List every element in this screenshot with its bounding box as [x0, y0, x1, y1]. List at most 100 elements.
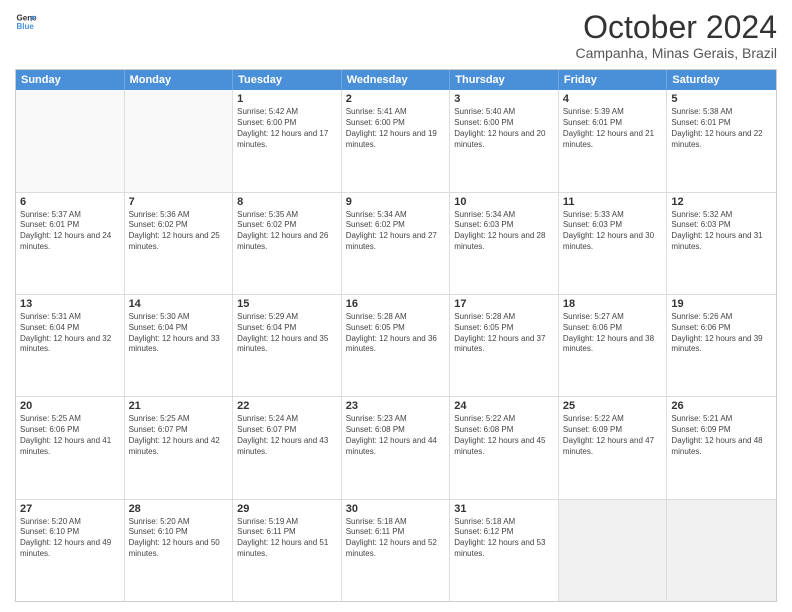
calendar-cell: 1 Sunrise: 5:42 AM Sunset: 6:00 PM Daylig… [233, 90, 342, 191]
calendar-header: SundayMondayTuesdayWednesdayThursdayFrid… [16, 70, 776, 90]
day-header-sunday: Sunday [16, 70, 125, 90]
cell-info: Sunrise: 5:29 AM Sunset: 6:04 PM Dayligh… [237, 312, 337, 355]
calendar-cell: 14Sunrise: 5:30 AM Sunset: 6:04 PM Dayli… [125, 295, 234, 396]
calendar-cell: 18 Sunrise: 5:27 AM Sunset: 6:06 PM Dayli… [559, 295, 668, 396]
day-number: 17 [454, 298, 554, 310]
calendar-cell: 22Sunrise: 5:24 AM Sunset: 6:07 PM Dayli… [233, 397, 342, 498]
calendar-cell: 26 Sunrise: 5:21 AM Sunset: 6:09 PM Dayli… [667, 397, 776, 498]
cell-info: Sunrise: 5:34 AM Sunset: 6:03 PM Dayligh… [454, 210, 554, 253]
day-number: 1 [237, 93, 337, 105]
day-number: 25 [563, 400, 663, 412]
day-number: 18 [563, 298, 663, 310]
cell-info: Sunrise: 5:41 AM Sunset: 6:00 PM Dayligh… [346, 107, 446, 150]
calendar-cell: 12Sunrise: 5:32 AM Sunset: 6:03 PM Dayli… [667, 193, 776, 294]
calendar-cell: 2 Sunrise: 5:41 AM Sunset: 6:00 PM Daylig… [342, 90, 451, 191]
svg-text:Blue: Blue [16, 22, 34, 31]
day-number: 28 [129, 503, 229, 515]
cell-info: Sunrise: 5:33 AM Sunset: 6:03 PM Dayligh… [563, 210, 663, 253]
cell-info: Sunrise: 5:24 AM Sunset: 6:07 PM Dayligh… [237, 414, 337, 457]
calendar-cell: 11Sunrise: 5:33 AM Sunset: 6:03 PM Dayli… [559, 193, 668, 294]
calendar-cell [559, 500, 668, 601]
day-number: 27 [20, 503, 120, 515]
day-number: 23 [346, 400, 446, 412]
day-number: 31 [454, 503, 554, 515]
day-header-thursday: Thursday [450, 70, 559, 90]
calendar-cell: 30 Sunrise: 5:18 AM Sunset: 6:11 PM Dayli… [342, 500, 451, 601]
calendar-cell: 28 Sunrise: 5:20 AM Sunset: 6:10 PM Dayli… [125, 500, 234, 601]
day-header-friday: Friday [559, 70, 668, 90]
cell-info: Sunrise: 5:30 AM Sunset: 6:04 PM Dayligh… [129, 312, 229, 355]
day-number: 8 [237, 196, 337, 208]
day-number: 24 [454, 400, 554, 412]
calendar-cell: 25 Sunrise: 5:22 AM Sunset: 6:09 PM Dayli… [559, 397, 668, 498]
calendar-cell: 27Sunrise: 5:20 AM Sunset: 6:10 PM Dayli… [16, 500, 125, 601]
cell-info: Sunrise: 5:21 AM Sunset: 6:09 PM Dayligh… [671, 414, 772, 457]
day-number: 7 [129, 196, 229, 208]
calendar-cell: 10 Sunrise: 5:34 AM Sunset: 6:03 PM Dayli… [450, 193, 559, 294]
calendar-cell: 3 Sunrise: 5:40 AM Sunset: 6:00 PM Daylig… [450, 90, 559, 191]
calendar-row-4: 20 Sunrise: 5:25 AM Sunset: 6:06 PM Dayli… [16, 397, 776, 499]
calendar-body: 1 Sunrise: 5:42 AM Sunset: 6:00 PM Daylig… [16, 90, 776, 601]
calendar-cell: 13Sunrise: 5:31 AM Sunset: 6:04 PM Dayli… [16, 295, 125, 396]
logo: General Blue [15, 10, 37, 32]
cell-info: Sunrise: 5:31 AM Sunset: 6:04 PM Dayligh… [20, 312, 120, 355]
cell-info: Sunrise: 5:39 AM Sunset: 6:01 PM Dayligh… [563, 107, 663, 150]
day-number: 3 [454, 93, 554, 105]
day-number: 20 [20, 400, 120, 412]
day-number: 5 [671, 93, 772, 105]
cell-info: Sunrise: 5:26 AM Sunset: 6:06 PM Dayligh… [671, 312, 772, 355]
cell-info: Sunrise: 5:25 AM Sunset: 6:07 PM Dayligh… [129, 414, 229, 457]
day-header-tuesday: Tuesday [233, 70, 342, 90]
logo-icon: General Blue [15, 10, 37, 32]
cell-info: Sunrise: 5:19 AM Sunset: 6:11 PM Dayligh… [237, 517, 337, 560]
calendar-cell: 9 Sunrise: 5:34 AM Sunset: 6:02 PM Daylig… [342, 193, 451, 294]
calendar-cell: 15Sunrise: 5:29 AM Sunset: 6:04 PM Dayli… [233, 295, 342, 396]
calendar-cell [667, 500, 776, 601]
calendar-cell: 8 Sunrise: 5:35 AM Sunset: 6:02 PM Daylig… [233, 193, 342, 294]
calendar-cell: 24 Sunrise: 5:22 AM Sunset: 6:08 PM Dayli… [450, 397, 559, 498]
day-number: 21 [129, 400, 229, 412]
day-number: 2 [346, 93, 446, 105]
calendar-row-2: 6Sunrise: 5:37 AM Sunset: 6:01 PM Daylig… [16, 193, 776, 295]
cell-info: Sunrise: 5:37 AM Sunset: 6:01 PM Dayligh… [20, 210, 120, 253]
cell-info: Sunrise: 5:34 AM Sunset: 6:02 PM Dayligh… [346, 210, 446, 253]
day-number: 4 [563, 93, 663, 105]
cell-info: Sunrise: 5:38 AM Sunset: 6:01 PM Dayligh… [671, 107, 772, 150]
header: General Blue October 2024 Campanha, Mina… [15, 10, 777, 61]
cell-info: Sunrise: 5:40 AM Sunset: 6:00 PM Dayligh… [454, 107, 554, 150]
cell-info: Sunrise: 5:27 AM Sunset: 6:06 PM Dayligh… [563, 312, 663, 355]
calendar-row-1: 1 Sunrise: 5:42 AM Sunset: 6:00 PM Daylig… [16, 90, 776, 192]
day-number: 30 [346, 503, 446, 515]
cell-info: Sunrise: 5:28 AM Sunset: 6:05 PM Dayligh… [454, 312, 554, 355]
day-header-saturday: Saturday [667, 70, 776, 90]
cell-info: Sunrise: 5:35 AM Sunset: 6:02 PM Dayligh… [237, 210, 337, 253]
calendar-cell: 31Sunrise: 5:18 AM Sunset: 6:12 PM Dayli… [450, 500, 559, 601]
cell-info: Sunrise: 5:28 AM Sunset: 6:05 PM Dayligh… [346, 312, 446, 355]
calendar-cell: 20 Sunrise: 5:25 AM Sunset: 6:06 PM Dayli… [16, 397, 125, 498]
cell-info: Sunrise: 5:25 AM Sunset: 6:06 PM Dayligh… [20, 414, 120, 457]
calendar-cell: 21 Sunrise: 5:25 AM Sunset: 6:07 PM Dayli… [125, 397, 234, 498]
calendar-cell: 17 Sunrise: 5:28 AM Sunset: 6:05 PM Dayli… [450, 295, 559, 396]
day-number: 26 [671, 400, 772, 412]
day-number: 9 [346, 196, 446, 208]
calendar-cell: 29Sunrise: 5:19 AM Sunset: 6:11 PM Dayli… [233, 500, 342, 601]
calendar-row-3: 13Sunrise: 5:31 AM Sunset: 6:04 PM Dayli… [16, 295, 776, 397]
cell-info: Sunrise: 5:18 AM Sunset: 6:11 PM Dayligh… [346, 517, 446, 560]
calendar-cell: 5 Sunrise: 5:38 AM Sunset: 6:01 PM Daylig… [667, 90, 776, 191]
day-number: 10 [454, 196, 554, 208]
cell-info: Sunrise: 5:22 AM Sunset: 6:09 PM Dayligh… [563, 414, 663, 457]
calendar-cell: 7 Sunrise: 5:36 AM Sunset: 6:02 PM Daylig… [125, 193, 234, 294]
calendar-row-5: 27 Sunrise: 5:20 AM Sunset: 6:10 PM Dayli… [16, 500, 776, 601]
cell-info: Sunrise: 5:42 AM Sunset: 6:00 PM Dayligh… [237, 107, 337, 150]
title-block: October 2024 Campanha, Minas Gerais, Bra… [575, 10, 777, 61]
calendar-cell: 23Sunrise: 5:23 AM Sunset: 6:08 PM Dayli… [342, 397, 451, 498]
calendar-cell: 6Sunrise: 5:37 AM Sunset: 6:01 PM Daylig… [16, 193, 125, 294]
cell-info: Sunrise: 5:20 AM Sunset: 6:10 PM Dayligh… [129, 517, 229, 560]
cell-info: Sunrise: 5:22 AM Sunset: 6:08 PM Dayligh… [454, 414, 554, 457]
calendar-cell: 4 Sunrise: 5:39 AM Sunset: 6:01 PM Daylig… [559, 90, 668, 191]
calendar-cell [16, 90, 125, 191]
month-title: October 2024 [575, 10, 777, 45]
day-number: 19 [671, 298, 772, 310]
cell-info: Sunrise: 5:36 AM Sunset: 6:02 PM Dayligh… [129, 210, 229, 253]
calendar-cell: 19 Sunrise: 5:26 AM Sunset: 6:06 PM Dayli… [667, 295, 776, 396]
